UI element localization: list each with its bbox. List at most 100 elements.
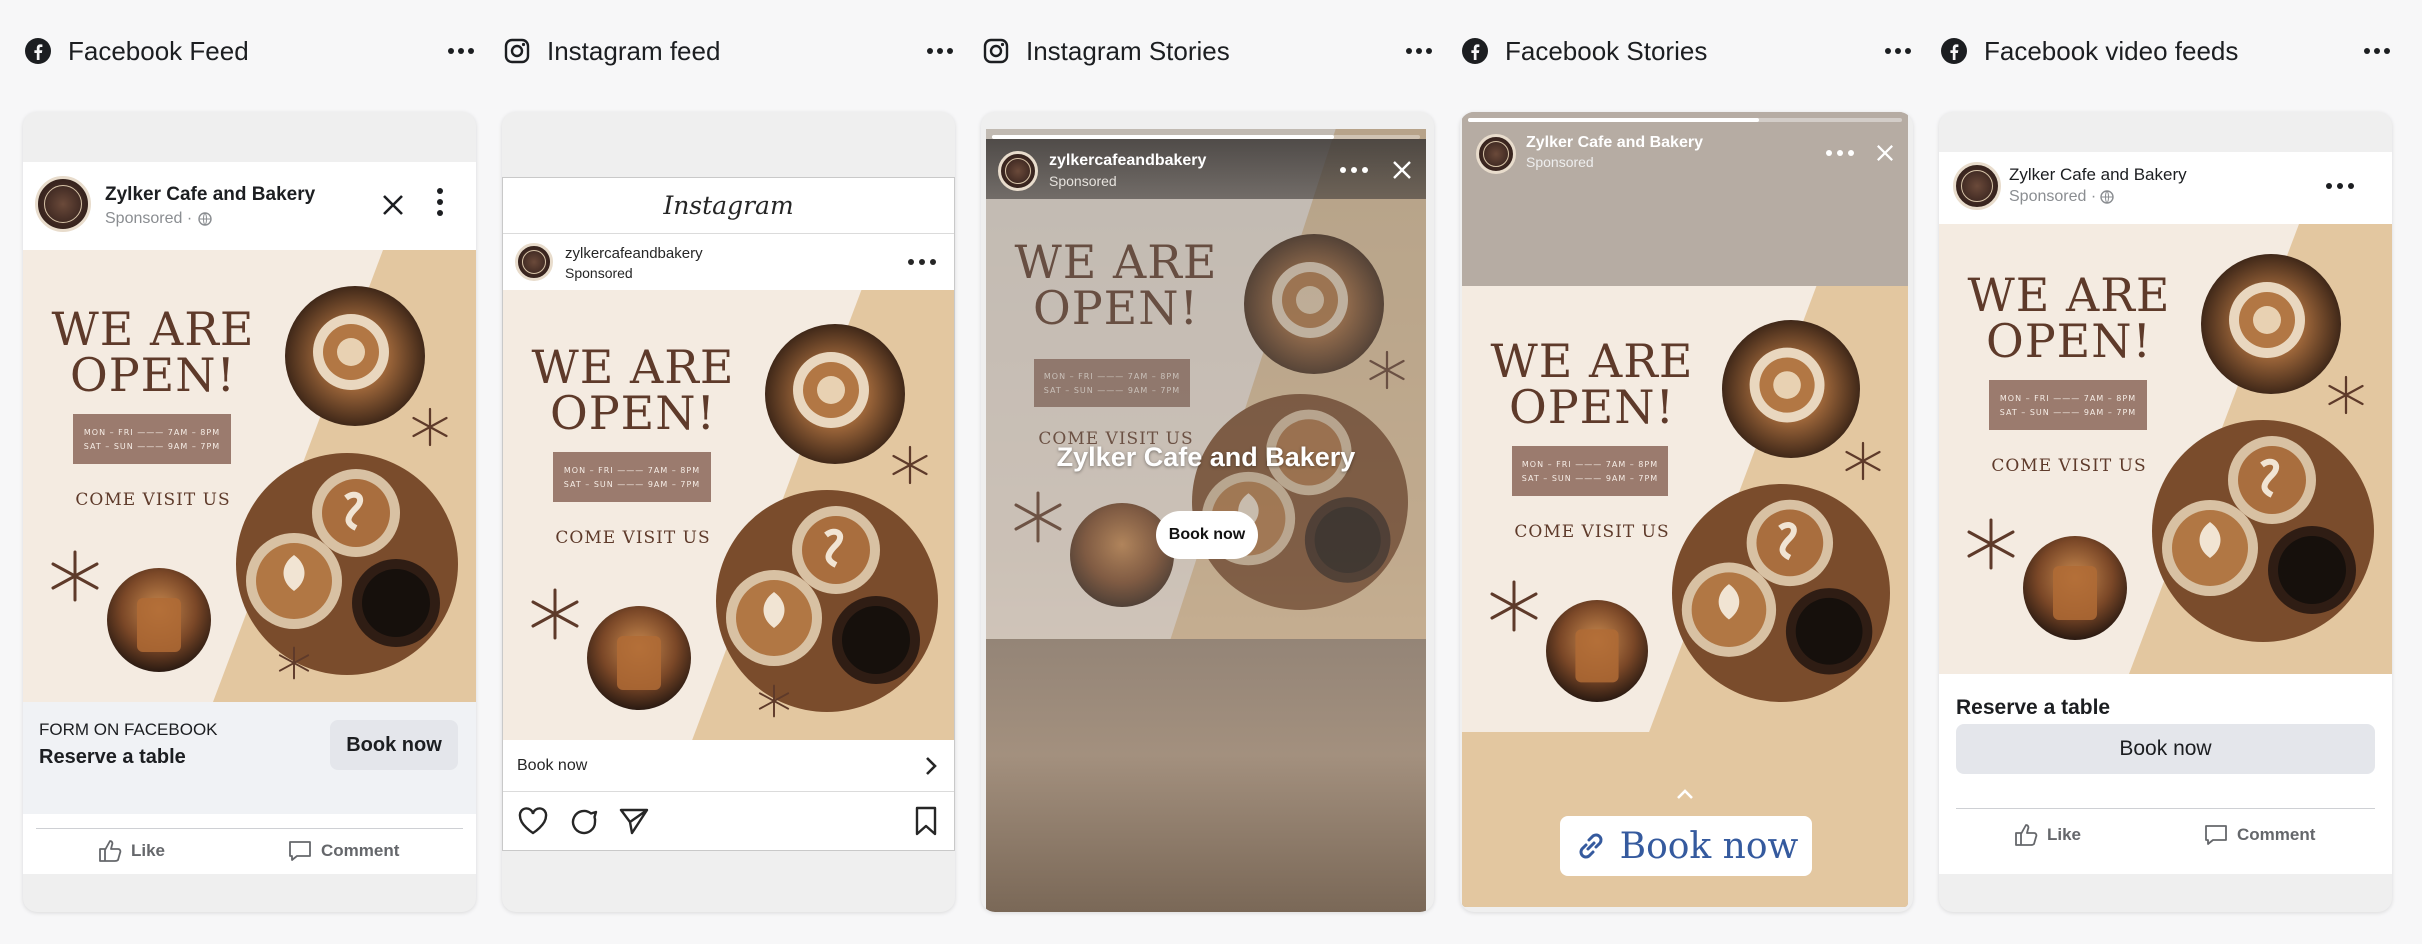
link-icon xyxy=(1579,833,1603,859)
page-avatar xyxy=(35,176,91,232)
book-now-button[interactable]: Book now xyxy=(1956,724,2375,774)
coffee-cup-photo xyxy=(2201,254,2341,394)
visit-text: COME VISIT US xyxy=(555,528,711,548)
hours-box: MON – FRI ——— 7AM – 8PM SAT – SUN ——— 9AM… xyxy=(1034,359,1190,407)
coffee-cup-photo xyxy=(1722,320,1860,458)
facebook-icon xyxy=(1460,36,1490,66)
latte-art-photo xyxy=(716,490,938,712)
sponsored-label: Sponsored xyxy=(1526,154,1594,170)
sparkle-decoration xyxy=(1845,441,1881,481)
book-now-button[interactable]: Book now xyxy=(1156,511,1258,559)
more-options-button[interactable] xyxy=(2359,36,2395,66)
story-progress-track xyxy=(1468,118,1902,122)
account-name[interactable]: zylkercafeandbakery xyxy=(1049,152,1206,170)
story-progress-fill xyxy=(1468,118,1759,122)
headline: WE ARE OPEN! xyxy=(1014,235,1218,335)
globe-icon xyxy=(198,212,212,226)
like-button[interactable]: Like xyxy=(97,838,165,864)
chevron-up-icon xyxy=(1677,789,1693,799)
thumbs-up-icon xyxy=(99,840,122,862)
heart-icon[interactable] xyxy=(517,807,549,835)
cta-title: Reserve a table xyxy=(39,746,186,768)
cta-row[interactable]: Book now xyxy=(503,740,954,792)
sponsored-label: Sponsored · xyxy=(105,210,193,227)
bookmark-icon[interactable] xyxy=(914,806,938,836)
story-screen: WE ARE OPEN! MON – FRI ——— 7AM – 8PM SAT –… xyxy=(1462,112,1908,907)
more-icon[interactable] xyxy=(1826,150,1854,156)
account-avatar xyxy=(998,151,1038,191)
headline: WE ARE OPEN! xyxy=(531,340,735,440)
ad-creative: WE ARE OPEN! MON – FRI ——— 7AM – 8PM SAT –… xyxy=(986,129,1426,639)
thumbs-up-icon xyxy=(2015,824,2038,846)
column-title: Instagram feed xyxy=(547,35,721,66)
book-now-button[interactable]: Book now xyxy=(330,720,458,770)
column-title: Facebook Stories xyxy=(1505,35,1708,66)
page-avatar xyxy=(1953,162,2001,210)
story-header: zylkercafeandbakery Sponsored xyxy=(986,139,1426,199)
sparkle-decoration xyxy=(758,684,790,718)
facebook-icon xyxy=(1939,36,1969,66)
comment-button[interactable]: Comment xyxy=(287,838,399,864)
phone-screen: Instagram zylkercafeandbakery Sponsored … xyxy=(502,177,955,851)
comment-button[interactable]: Comment xyxy=(2203,822,2315,848)
close-icon[interactable] xyxy=(1392,160,1412,180)
comment-icon xyxy=(289,841,311,861)
column-facebook-stories: Facebook Stories WE ARE OPEN! MON – FRI —… xyxy=(1460,0,1913,944)
account-name[interactable]: zylkercafeandbakery xyxy=(565,245,703,262)
latte-art-photo xyxy=(1192,394,1408,610)
hours-box: MON – FRI ——— 7AM – 8PM SAT – SUN ——— 9AM… xyxy=(1512,446,1668,496)
coffee-cup-photo xyxy=(285,286,425,426)
account-avatar xyxy=(515,243,553,281)
more-options-button[interactable] xyxy=(443,36,479,66)
more-icon[interactable] xyxy=(1340,167,1368,173)
post-actions: Like Comment xyxy=(23,814,476,874)
hours-box: MON – FRI ——— 7AM – 8PM SAT – SUN ——— 9AM… xyxy=(73,414,231,464)
page-name[interactable]: Zylker Cafe and Bakery xyxy=(2009,165,2187,185)
iced-coffee-photo xyxy=(107,568,211,672)
instagram-logo: Instagram xyxy=(663,191,794,220)
page-name[interactable]: Zylker Cafe and Bakery xyxy=(105,184,315,206)
iced-coffee-photo xyxy=(1070,503,1174,607)
cta-title: Reserve a table xyxy=(1956,696,2111,719)
column-title: Instagram Stories xyxy=(1026,35,1230,66)
comment-icon[interactable] xyxy=(569,807,599,837)
facebook-feed-preview: Zylker Cafe and Bakery Sponsored · WE AR… xyxy=(23,112,476,912)
page-name[interactable]: Zylker Cafe and Bakery xyxy=(1526,134,1703,152)
facebook-icon xyxy=(23,36,53,66)
column-header: Facebook Feed xyxy=(0,30,476,72)
latte-art-photo xyxy=(236,453,458,675)
kebab-menu-icon[interactable] xyxy=(437,188,443,216)
close-icon[interactable] xyxy=(1876,144,1894,162)
ad-creative: WE ARE OPEN! MON – FRI ——— 7AM – 8PM SAT –… xyxy=(503,290,954,740)
more-icon[interactable] xyxy=(2326,183,2354,189)
coffee-cup-photo xyxy=(1244,234,1384,374)
column-header: Instagram feed xyxy=(479,30,955,72)
cta-area: Reserve a table Book now Like Comment xyxy=(1939,674,2392,874)
post-header: zylkercafeandbakery Sponsored xyxy=(503,234,954,290)
more-options-button[interactable] xyxy=(922,36,958,66)
column-header: Facebook video feeds xyxy=(1916,30,2392,72)
close-icon[interactable] xyxy=(381,193,405,217)
sparkle-decoration xyxy=(531,588,579,640)
sparkle-decoration xyxy=(1490,580,1538,632)
headline: WE ARE OPEN! xyxy=(1490,334,1694,434)
instagram-icon xyxy=(502,36,532,66)
share-icon[interactable] xyxy=(619,807,649,835)
sparkle-decoration xyxy=(1967,518,2015,570)
more-options-button[interactable] xyxy=(1880,36,1916,66)
page-avatar xyxy=(1476,134,1516,174)
like-button[interactable]: Like xyxy=(2013,822,2081,848)
column-instagram-feed: Instagram feed Instagram zylkercafeandba… xyxy=(502,0,955,944)
visit-text: COME VISIT US xyxy=(1991,456,2147,476)
cta-strip: FORM ON FACEBOOK Reserve a table Book no… xyxy=(23,702,476,814)
instagram-stories-preview: WE ARE OPEN! MON – FRI ——— 7AM – 8PM SAT –… xyxy=(981,112,1434,912)
more-icon[interactable] xyxy=(908,259,936,265)
more-options-button[interactable] xyxy=(1401,36,1437,66)
hours-box: MON – FRI ——— 7AM – 8PM SAT – SUN ——— 9AM… xyxy=(1989,380,2147,430)
post-header: Zylker Cafe and Bakery Sponsored · xyxy=(23,162,476,250)
book-now-button[interactable]: Book now xyxy=(1560,816,1812,876)
facebook-video-preview: Zylker Cafe and Bakery Sponsored · WE AR… xyxy=(1939,112,2392,912)
ad-creative: WE ARE OPEN! MON – FRI ——— 7AM – 8PM SAT –… xyxy=(1939,224,2392,674)
globe-icon xyxy=(2100,190,2114,204)
headline: WE ARE OPEN! xyxy=(1967,268,2171,368)
